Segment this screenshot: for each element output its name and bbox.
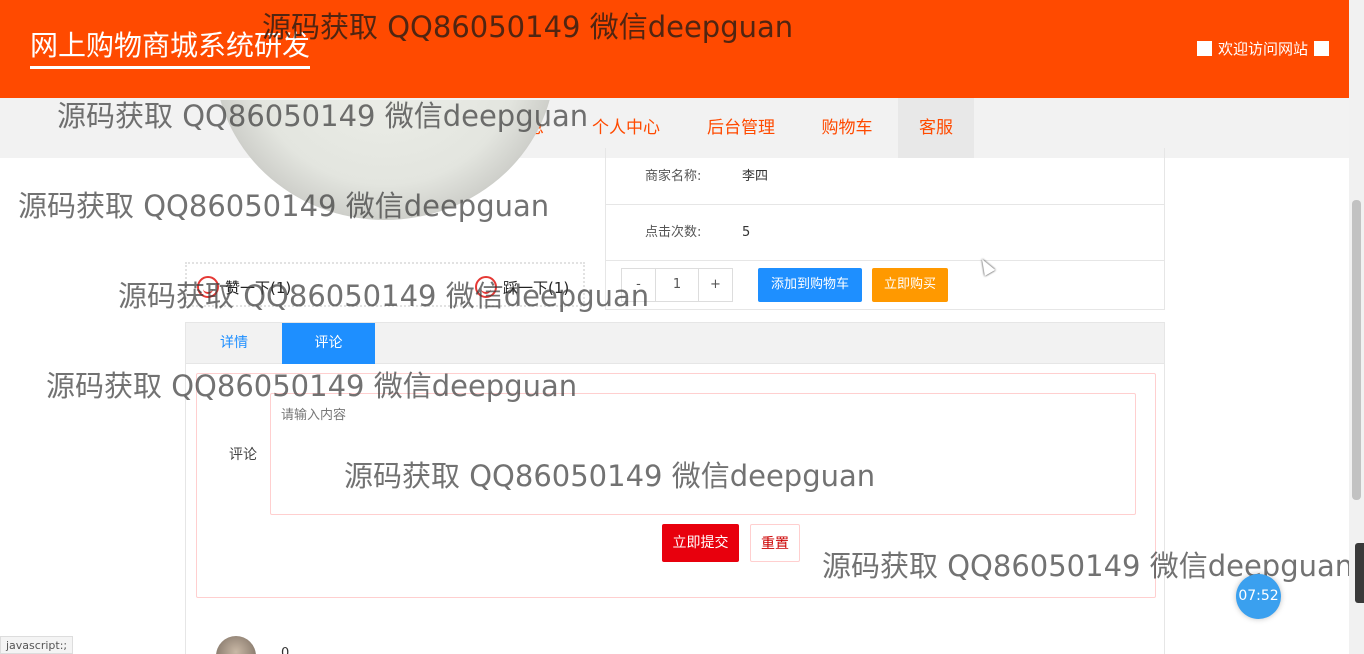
quantity-input[interactable]: 1	[655, 269, 699, 301]
increase-button[interactable]: +	[699, 269, 732, 301]
square-icon	[1196, 41, 1212, 56]
welcome-text: 欢迎访问网站	[1217, 40, 1308, 58]
tab-bar: 详情 评论	[186, 323, 1164, 364]
timer-badge[interactable]: 07:52	[1236, 574, 1281, 619]
watermark: 源码获取 QQ86050149 微信deepguan	[57, 99, 589, 133]
watermark: 源码获取 QQ86050149 微信deepguan	[118, 279, 650, 313]
watermark: 源码获取 QQ86050149 微信deepguan	[18, 189, 550, 223]
merchant-row: 商家名称: 李四	[606, 148, 1165, 205]
square-icon	[1314, 41, 1329, 56]
watermark: 源码获取 QQ86050149 微信deepguan	[344, 459, 876, 493]
side-widget-tab[interactable]	[1355, 543, 1364, 603]
merchant-value: 李四	[742, 169, 769, 184]
submit-button[interactable]: 立即提交	[662, 524, 739, 562]
page: 网上购物商城系统研发 欢迎访问网站 首页 商品信息 个人中心 后台管理 购物车 …	[0, 0, 1364, 654]
clicks-label: 点击次数:	[645, 225, 702, 240]
scroll-thumb[interactable]	[1352, 200, 1361, 500]
clicks-value: 5	[742, 225, 751, 240]
watermark: 源码获取 QQ86050149 微信deepguan	[46, 369, 578, 403]
watermark: 源码获取 QQ86050149 微信deepguan	[822, 549, 1354, 583]
tab-details[interactable]: 详情	[186, 323, 282, 364]
comment-label: 评论	[229, 447, 257, 463]
reset-button[interactable]: 重置	[750, 524, 800, 562]
buy-now-button[interactable]: 立即购买	[872, 268, 948, 302]
comment-username: 0	[281, 646, 290, 654]
avatar	[216, 636, 256, 654]
watermark: 源码获取 QQ86050149 微信deepguan	[262, 10, 794, 44]
add-to-cart-button[interactable]: 添加到购物车	[758, 268, 862, 302]
merchant-label: 商家名称:	[645, 169, 702, 184]
welcome-banner: 欢迎访问网站	[1196, 38, 1329, 59]
tab-comments[interactable]: 评论	[282, 323, 375, 364]
clicks-row: 点击次数: 5	[606, 204, 1165, 261]
status-bar: javascript:;	[0, 636, 74, 654]
